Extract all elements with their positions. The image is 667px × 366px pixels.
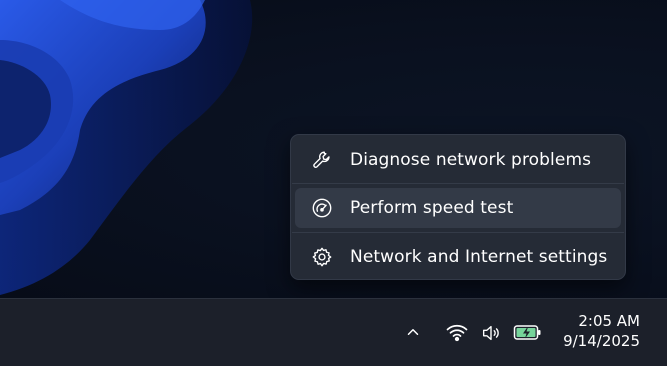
wifi-icon[interactable] bbox=[444, 319, 470, 345]
speedometer-icon bbox=[310, 196, 334, 220]
network-context-menu: Diagnose network problems Perform speed … bbox=[290, 134, 626, 280]
menu-item-label: Diagnose network problems bbox=[350, 150, 592, 170]
gear-icon bbox=[310, 245, 334, 269]
battery-charging-icon[interactable] bbox=[512, 320, 544, 344]
chevron-up-icon[interactable] bbox=[402, 321, 424, 343]
menu-item-label: Network and Internet settings bbox=[350, 247, 608, 267]
taskbar-clock[interactable]: 2:05 AM 9/14/2025 bbox=[563, 311, 640, 351]
menu-item-label: Perform speed test bbox=[350, 198, 514, 218]
menu-item-diagnose-network[interactable]: Diagnose network problems bbox=[295, 140, 621, 180]
menu-item-network-settings[interactable]: Network and Internet settings bbox=[295, 237, 621, 277]
volume-icon[interactable] bbox=[478, 320, 504, 346]
taskbar: 2:05 AM 9/14/2025 bbox=[0, 298, 667, 366]
wrench-icon bbox=[310, 148, 334, 172]
clock-time: 2:05 AM bbox=[578, 312, 640, 330]
menu-item-speed-test[interactable]: Perform speed test bbox=[295, 188, 621, 228]
clock-date: 9/14/2025 bbox=[563, 332, 640, 350]
menu-divider bbox=[292, 183, 624, 184]
menu-divider bbox=[292, 232, 624, 233]
